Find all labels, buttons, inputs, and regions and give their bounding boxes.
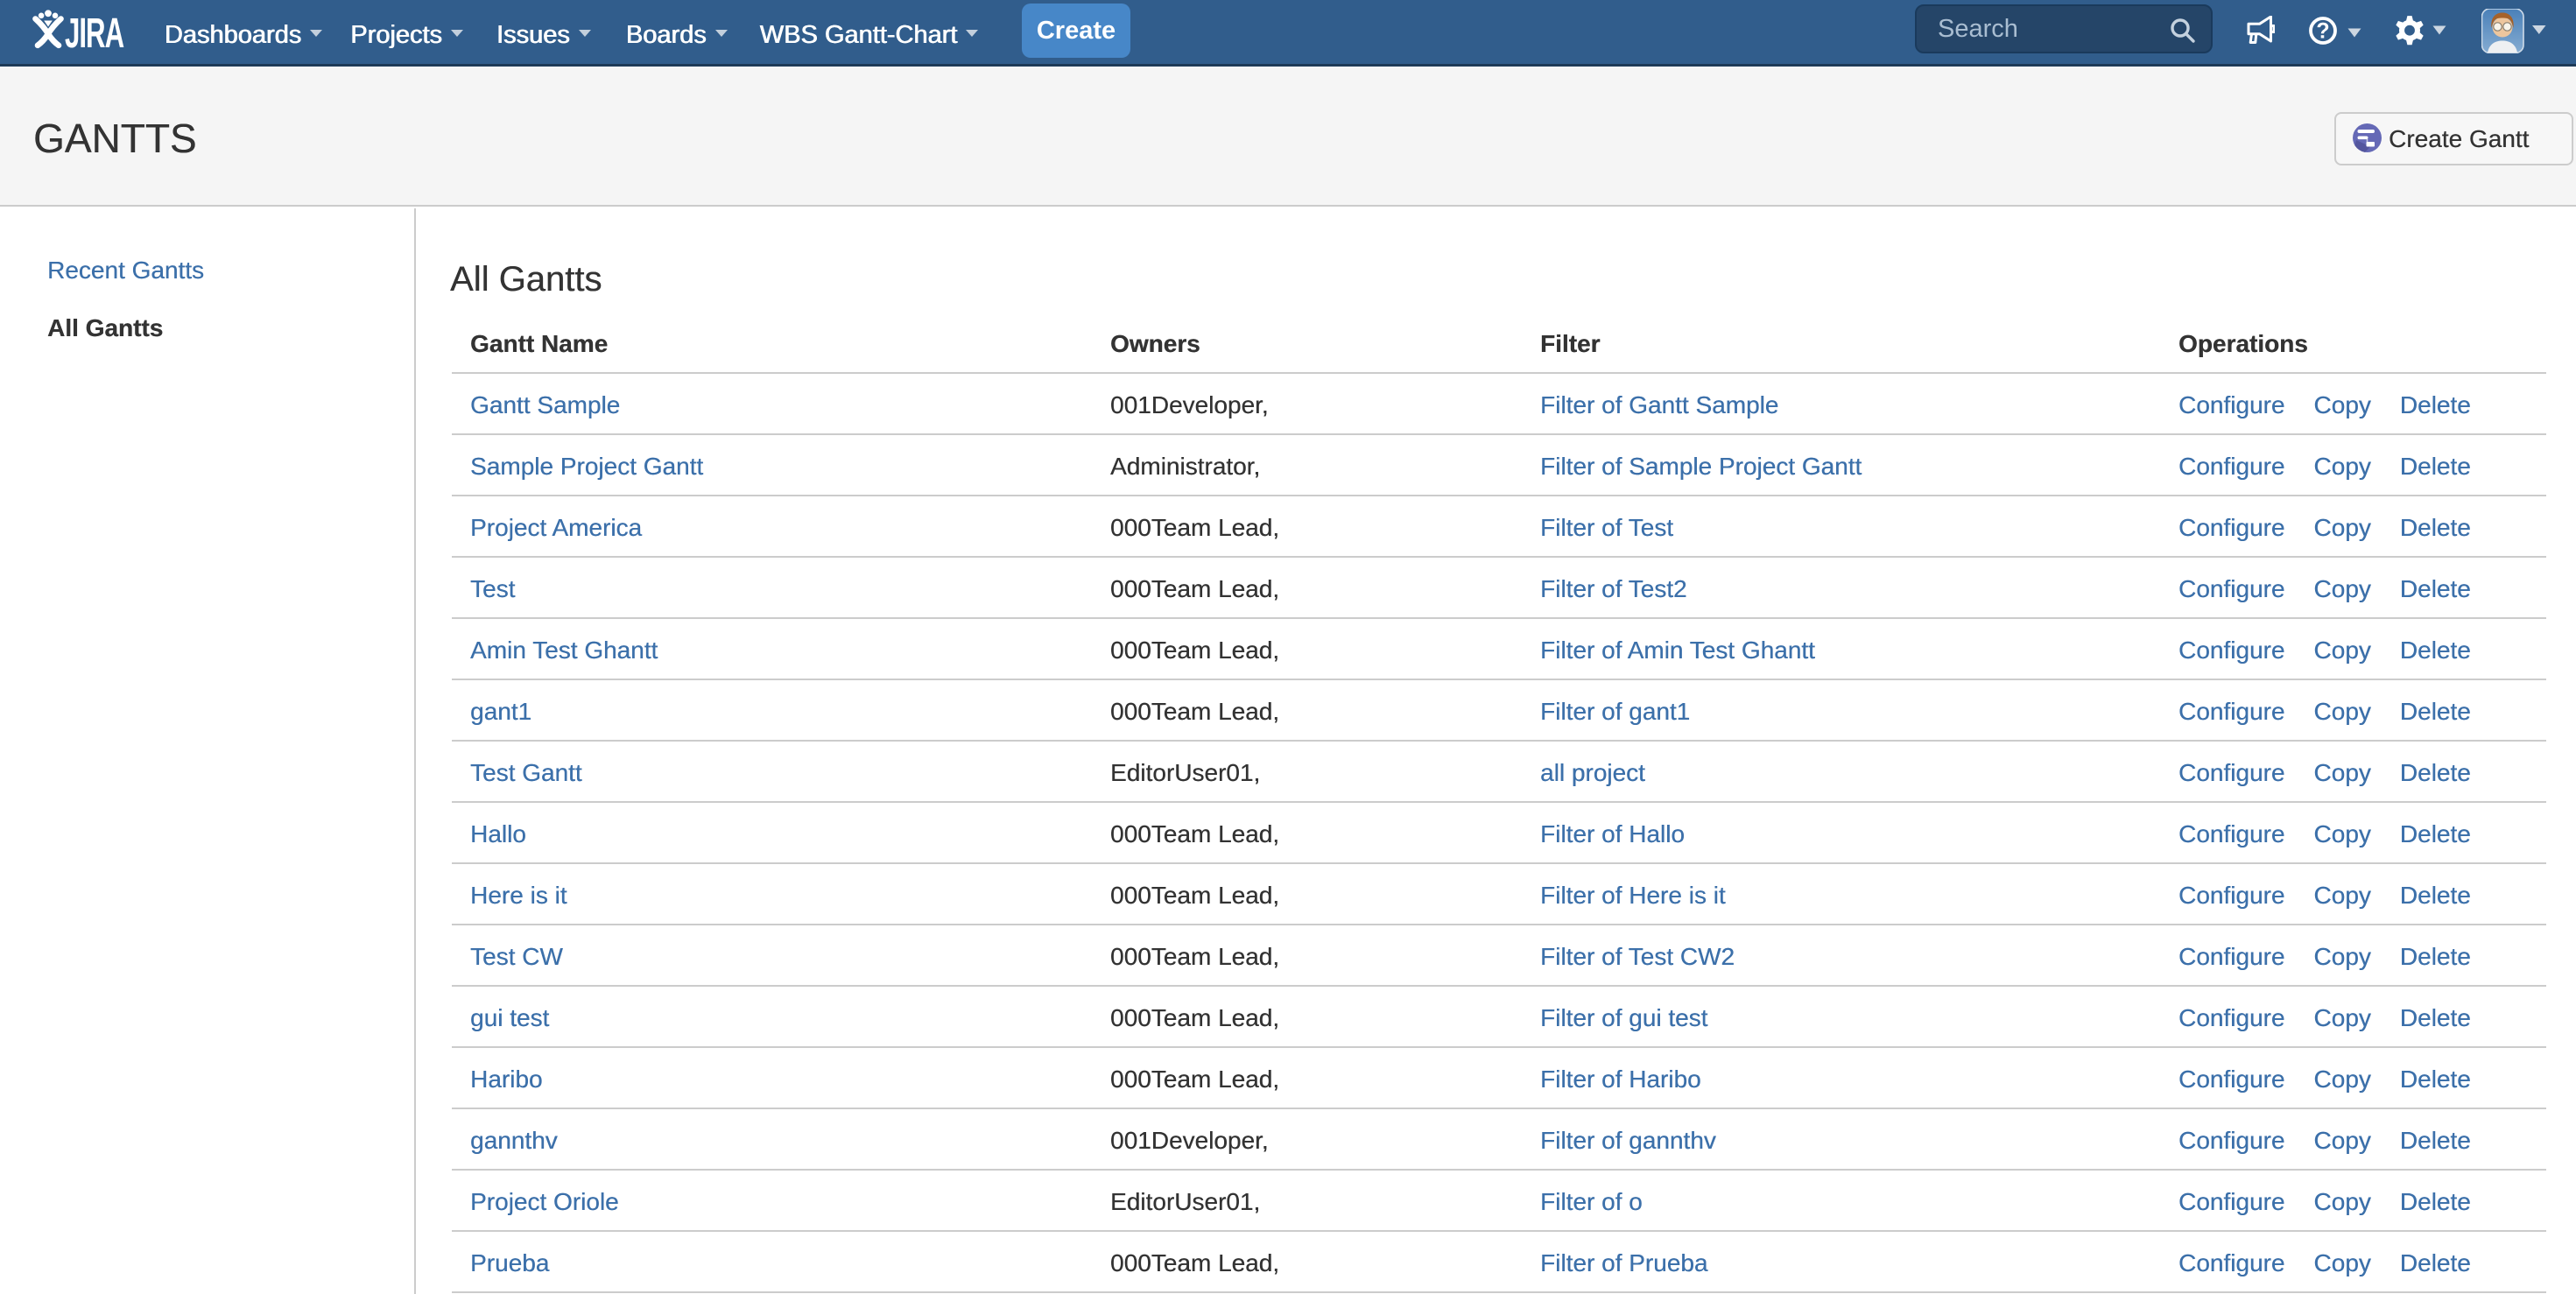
svg-text:JIRA: JIRA: [65, 9, 124, 53]
svg-text:?: ?: [2316, 19, 2329, 44]
